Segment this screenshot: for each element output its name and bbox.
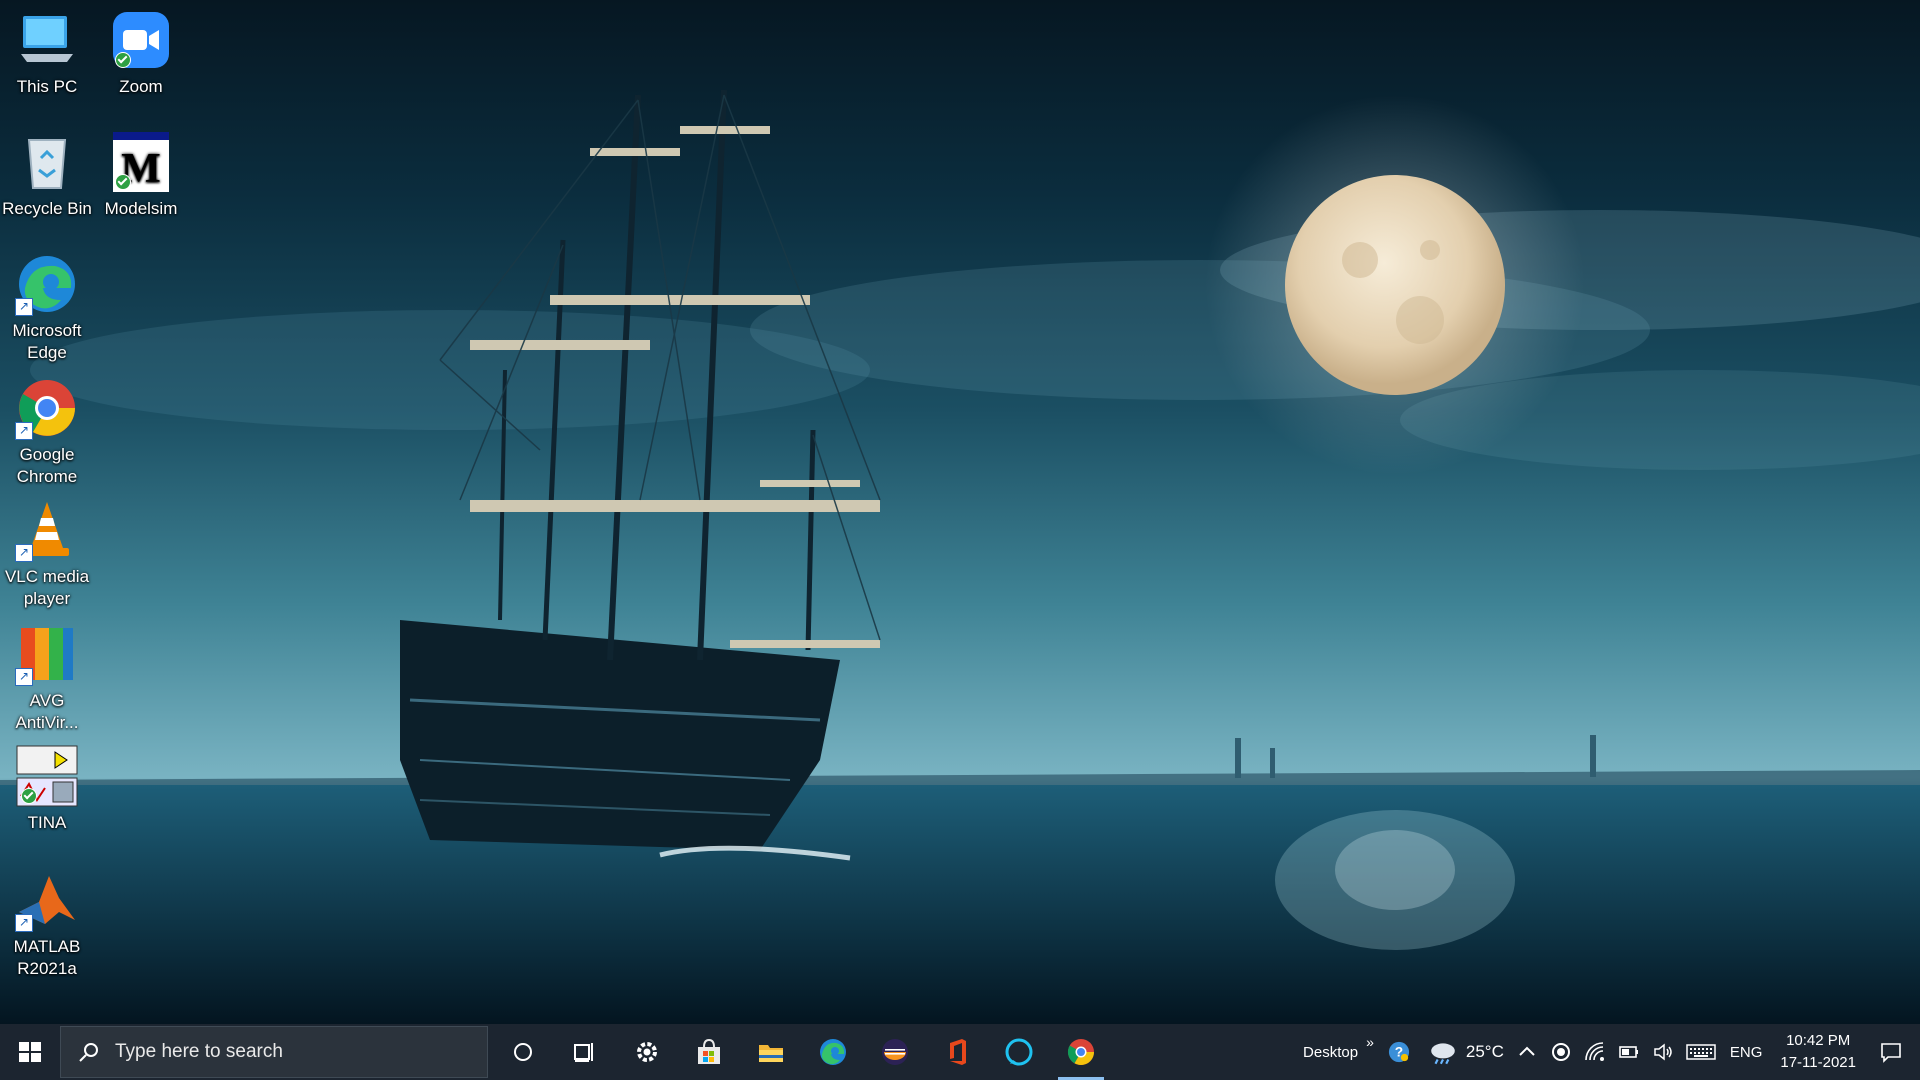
modelsim-desktop-icon[interactable]: M Modelsim	[94, 130, 188, 220]
cortana-button[interactable]	[492, 1024, 554, 1080]
taskbar: Type here to search Desktop » ? 25°C ENG…	[0, 1024, 1920, 1080]
chevron-up-icon	[1519, 1046, 1535, 1056]
notification-icon	[1881, 1043, 1901, 1063]
desktop-icon-label: MATLAB R2021a	[13, 937, 81, 978]
sync-check-icon	[21, 788, 37, 804]
shortcut-arrow-icon: ↗	[15, 422, 33, 440]
desktop-icon-label: AVG AntiVir...	[15, 691, 79, 732]
rain-cloud-icon	[1431, 1043, 1455, 1065]
taskbar-search-box[interactable]: Type here to search	[60, 1026, 488, 1078]
speaker-icon	[1654, 1043, 1672, 1061]
volume-tray-button[interactable]	[1646, 1024, 1680, 1080]
battery-tray-button[interactable]	[1612, 1024, 1646, 1080]
language-text: ENG	[1729, 1043, 1763, 1061]
shortcut-arrow-icon: ↗	[15, 668, 33, 686]
touch-keyboard-button[interactable]	[1680, 1024, 1722, 1080]
store-icon	[698, 1038, 720, 1064]
chrome-icon	[1067, 1039, 1095, 1066]
desktop-icon-label: VLC media player	[4, 567, 90, 608]
office-taskbar-button[interactable]	[926, 1024, 988, 1080]
desktop-icon-label: Modelsim	[104, 199, 178, 218]
desktop-icon-label: Recycle Bin	[2, 199, 92, 218]
this-pc-desktop-icon[interactable]: This PC	[0, 8, 94, 98]
weather-temperature: 25°C	[1465, 1042, 1504, 1061]
sync-check-icon	[115, 52, 131, 68]
file-explorer-button[interactable]	[740, 1024, 802, 1080]
settings-taskbar-button[interactable]	[616, 1024, 678, 1080]
toolbar-chevron-icon: »	[1366, 1034, 1374, 1050]
system-tray: Desktop » ? 25°C ENG 10:42 PM 17-11-2021	[1297, 1024, 1920, 1080]
sync-check-icon	[115, 174, 131, 190]
office-icon	[950, 1039, 966, 1065]
language-indicator[interactable]: ENG	[1722, 1024, 1771, 1080]
task-view-button[interactable]	[554, 1024, 616, 1080]
eclipse-taskbar-button[interactable]	[864, 1024, 926, 1080]
search-placeholder: Type here to search	[115, 1041, 283, 1062]
microsoft-store-button[interactable]	[678, 1024, 740, 1080]
battery-icon	[1619, 1046, 1638, 1058]
edge-taskbar-button[interactable]	[802, 1024, 864, 1080]
desktop-icon-label: This PC	[16, 77, 78, 96]
microsoft-edge-desktop-icon[interactable]: ↗ Microsoft Edge	[0, 252, 94, 364]
cortana-icon	[514, 1043, 532, 1061]
desktop-icon-label: Google Chrome	[16, 445, 78, 486]
wifi-icon	[1585, 1042, 1604, 1061]
file-explorer-icon	[759, 1045, 783, 1062]
monitor-icon	[21, 16, 73, 62]
chrome-taskbar-button[interactable]	[1050, 1024, 1112, 1080]
settings-icon	[637, 1042, 657, 1062]
avg-antivirus-desktop-icon[interactable]: ↗ AVG AntiVir...	[0, 622, 94, 734]
shortcut-arrow-icon: ↗	[15, 544, 33, 562]
desktop-icon-label: TINA	[27, 813, 67, 832]
weather-widget[interactable]: 25°C	[1422, 1024, 1510, 1080]
search-icon	[79, 1043, 98, 1062]
desktop-toolbar-label[interactable]: Desktop »	[1297, 1024, 1376, 1080]
edge-icon	[820, 1039, 846, 1065]
action-center-button[interactable]	[1870, 1024, 1920, 1080]
desktop-icon-label: Zoom	[119, 77, 163, 96]
task-view-icon	[574, 1043, 593, 1062]
google-chrome-desktop-icon[interactable]: ↗ Google Chrome	[0, 376, 94, 488]
clock-date: 17-11-2021	[1780, 1054, 1856, 1071]
shortcut-arrow-icon: ↗	[15, 298, 33, 316]
desktop-icon-label: Microsoft Edge	[12, 321, 82, 362]
eclipse-icon	[882, 1039, 908, 1065]
clock-time: 10:42 PM	[1786, 1032, 1851, 1049]
recycle-bin-icon	[27, 139, 67, 189]
wifi-tray-button[interactable]	[1578, 1024, 1612, 1080]
help-tray-button[interactable]: ?	[1376, 1024, 1422, 1080]
keyboard-icon	[1686, 1044, 1716, 1060]
recycle-bin-desktop-icon[interactable]: Recycle Bin	[0, 130, 94, 220]
wallpaper	[0, 89, 1920, 1030]
windows-logo-icon	[19, 1042, 41, 1062]
start-button[interactable]	[0, 1024, 60, 1080]
clock[interactable]: 10:42 PM 17-11-2021	[1770, 1024, 1870, 1080]
zoom-desktop-icon[interactable]: Zoom	[94, 8, 188, 98]
shortcut-arrow-icon: ↗	[15, 914, 33, 932]
alexa-icon	[1005, 1038, 1033, 1066]
matlab-desktop-icon[interactable]: ↗ MATLAB R2021a	[0, 868, 94, 980]
show-hidden-icons-button[interactable]	[1510, 1024, 1544, 1080]
record-tray-button[interactable]	[1544, 1024, 1578, 1080]
desktop-screen: This PC Zoom Recycle Bin M Modelsim ↗ Mi…	[0, 0, 1920, 1080]
vlc-desktop-icon[interactable]: ↗ VLC media player	[0, 498, 94, 610]
record-icon	[1551, 1043, 1570, 1061]
desktop-toolbar-text: Desktop	[1303, 1043, 1359, 1061]
alexa-taskbar-button[interactable]	[988, 1024, 1050, 1080]
help-icon: ?	[1388, 1041, 1409, 1063]
tina-desktop-icon[interactable]: TINA	[0, 744, 94, 834]
